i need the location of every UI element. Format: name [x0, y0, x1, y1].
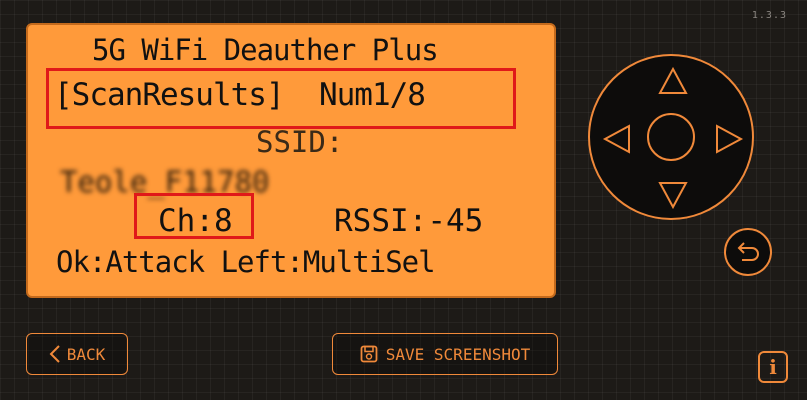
arrow-down-icon[interactable] — [657, 180, 689, 214]
back-button-label: BACK — [66, 344, 106, 364]
screen-title: 5G WiFi Deauther Plus — [92, 33, 439, 67]
chevron-left-icon — [49, 344, 61, 364]
return-button[interactable] — [724, 228, 772, 276]
rssi-value: RSSI:-45 — [334, 203, 484, 239]
version-label: 1.3.3 — [751, 10, 787, 21]
save-screenshot-button[interactable]: SAVE SCREENSHOT — [332, 333, 558, 375]
device-screen: 5G WiFi Deauther Plus [ScanResults] Num1… — [26, 23, 556, 298]
save-screenshot-label: SAVE SCREENSHOT — [385, 344, 531, 364]
save-screenshot-icon — [360, 345, 378, 363]
directional-pad — [588, 54, 754, 220]
scan-results-line: [ScanResults] Num1/8 — [54, 77, 426, 113]
ssid-value: Teole_F11780 — [60, 165, 270, 199]
action-hint: Ok:Attack Left:MultiSel — [56, 245, 436, 279]
info-icon: i — [769, 355, 777, 379]
result-counter: Num1/8 — [318, 77, 426, 113]
arrow-up-icon[interactable] — [657, 66, 689, 100]
ssid-label: SSID: — [256, 125, 344, 159]
info-button[interactable]: i — [758, 351, 788, 383]
channel-value: Ch:8 — [158, 203, 233, 239]
arrow-right-icon[interactable] — [714, 123, 744, 159]
center-ok-button[interactable] — [647, 113, 695, 161]
arrow-left-icon[interactable] — [602, 123, 632, 159]
scan-results-label: [ScanResults] — [54, 77, 285, 113]
back-button[interactable]: BACK — [26, 333, 128, 375]
